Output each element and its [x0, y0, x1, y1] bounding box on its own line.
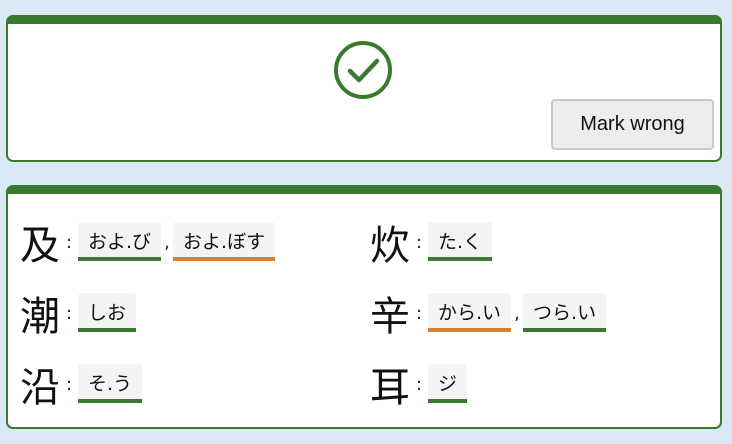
result-card: Mark wrong [6, 15, 722, 162]
separator-colon: : [416, 303, 423, 324]
kanji-character: 炊 [370, 223, 410, 269]
reading-chip-correct: ジ [428, 364, 468, 403]
kanji-character: 潮 [20, 294, 60, 340]
check-circle-icon [334, 41, 392, 99]
kanji-entry: 沿 : そ.う [20, 362, 143, 414]
reading-chip-correct: そ.う [78, 364, 143, 403]
reading-chip-wrong: およ.ぼす [173, 222, 276, 261]
reading-chip-correct: た.く [428, 222, 493, 261]
reading-chip-correct: およ.び [78, 222, 162, 261]
kanji-entry: 耳 : ジ [370, 362, 468, 414]
kanji-entry: 潮 : しお [20, 291, 137, 343]
kanji-character: 辛 [370, 294, 410, 340]
readings-card: 及 : およ.び , およ.ぼす 炊 : た.く 潮 : しお 辛 : から.い… [6, 185, 722, 429]
separator-comma: , [164, 232, 170, 253]
separator-colon: : [66, 232, 73, 253]
reading-chip-wrong: から.い [428, 293, 512, 332]
reading-chip-correct: つら.い [523, 293, 607, 332]
kanji-entry: 炊 : た.く [370, 220, 493, 272]
kanji-character: 耳 [370, 365, 410, 411]
separator-colon: : [416, 374, 423, 395]
reading-chip-correct: しお [78, 293, 137, 332]
separator-colon: : [66, 374, 73, 395]
kanji-entry: 辛 : から.い , つら.い [370, 291, 607, 343]
mark-wrong-button[interactable]: Mark wrong [551, 99, 714, 150]
kanji-character: 沿 [20, 365, 60, 411]
kanji-character: 及 [20, 223, 60, 269]
kanji-entry: 及 : およ.び , およ.ぼす [20, 220, 276, 272]
separator-colon: : [416, 232, 423, 253]
separator-comma: , [514, 303, 520, 324]
separator-colon: : [66, 303, 73, 324]
